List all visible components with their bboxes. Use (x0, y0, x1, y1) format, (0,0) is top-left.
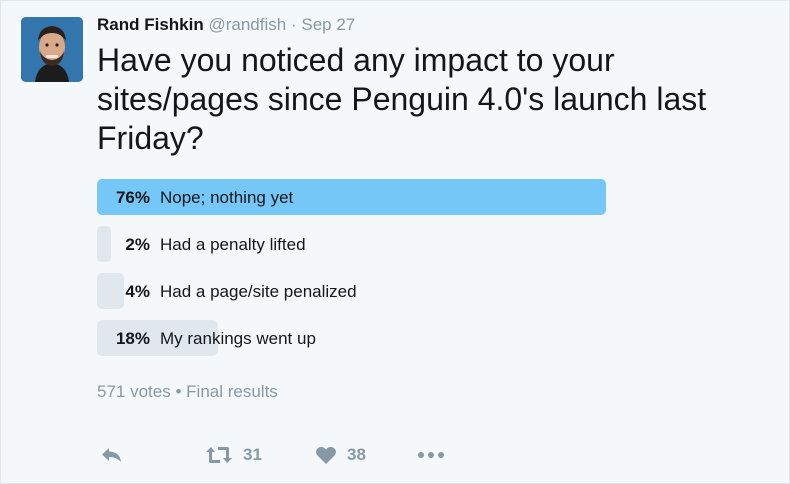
tweet-text: Have you noticed any impact to your site… (97, 42, 707, 156)
retweet-count: 31 (243, 445, 262, 464)
reply-icon (102, 448, 121, 462)
poll-option: 76% Nope; nothing yet (97, 179, 617, 215)
author-handle[interactable]: @randfish (208, 15, 286, 34)
header-separator: · (290, 15, 297, 34)
poll-option: 18% My rankings went up (97, 320, 617, 356)
avatar[interactable] (21, 17, 83, 82)
poll-percent: 4% (125, 282, 150, 301)
poll-percent: 18% (115, 329, 150, 348)
author-name[interactable]: Rand Fishkin (97, 15, 204, 34)
avatar-image (21, 17, 83, 82)
poll-option-label: Had a page/site penalized (160, 282, 357, 301)
retweet-icon (206, 447, 232, 463)
more-dots-icon (418, 452, 444, 458)
poll-option-label: Nope; nothing yet (160, 188, 294, 207)
poll-option-label: My rankings went up (160, 329, 316, 348)
tweet-card: Rand Fishkin @randfish · Sep 27 Have you… (0, 0, 790, 484)
poll-meta: 571 votes • Final results (97, 382, 278, 402)
tweet-date[interactable]: Sep 27 (301, 15, 355, 34)
reply-button[interactable] (101, 441, 123, 469)
poll-option: 4% Had a page/site penalized (97, 273, 617, 309)
vote-count: 571 votes (97, 382, 171, 401)
poll-option-label: Had a penalty lifted (160, 235, 306, 254)
like-button[interactable]: 38 (315, 441, 366, 469)
poll: 76% Nope; nothing yet 2% Had a penalty l… (97, 179, 617, 367)
more-button[interactable] (417, 441, 445, 469)
poll-option: 2% Had a penalty lifted (97, 226, 617, 262)
like-count: 38 (347, 445, 366, 464)
poll-percent: 2% (125, 235, 150, 254)
heart-icon (316, 446, 336, 464)
poll-percent: 76% (115, 188, 150, 207)
tweet-header: Rand Fishkin @randfish · Sep 27 (97, 15, 355, 35)
retweet-button[interactable]: 31 (205, 441, 262, 469)
meta-separator: • (175, 382, 182, 401)
poll-status: Final results (186, 382, 278, 401)
